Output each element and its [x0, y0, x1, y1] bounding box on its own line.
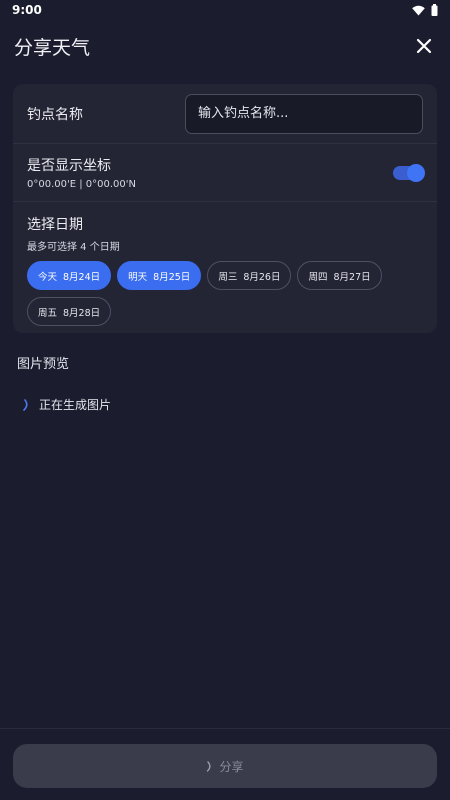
wifi-icon	[412, 5, 425, 15]
toggle-knob	[407, 163, 425, 182]
date-chip-day: 明天	[128, 271, 148, 283]
date-chip[interactable]: 今天 8月24日	[27, 261, 112, 290]
date-chip[interactable]: 周四 8月27日	[297, 261, 382, 290]
loading-spinner-icon	[207, 760, 212, 772]
date-chip[interactable]: 周三 8月26日	[207, 261, 292, 290]
share-button-label: 分享	[219, 759, 244, 774]
generating-text: 正在生成图片	[39, 398, 112, 412]
coordinates-row: 是否显示坐标 0°00.00'E | 0°00.00'N	[13, 144, 437, 202]
settings-card: 钓点名称 是否显示坐标 0°00.00'E | 0°00.00'N 选择日期 最…	[13, 84, 437, 333]
status-bar: 9:00	[0, 0, 450, 20]
date-chip-date: 8月26日	[243, 271, 281, 283]
dates-row: 选择日期 最多可选择 4 个日期 今天 8月24日 明天 8月25日 周三 8月…	[13, 202, 437, 333]
battery-icon	[431, 4, 438, 16]
generating-status: 正在生成图片	[22, 396, 450, 413]
date-chip-day: 周四	[308, 271, 328, 283]
loading-spinner-icon	[23, 398, 28, 411]
spot-name-label: 钓点名称	[27, 106, 83, 123]
bottom-bar: 分享	[0, 728, 450, 800]
date-chip[interactable]: 明天 8月25日	[117, 261, 202, 290]
date-chip-list: 今天 8月24日 明天 8月25日 周三 8月26日 周四 8月27日 周五 8…	[27, 261, 423, 327]
date-chip[interactable]: 周五 8月28日	[27, 297, 112, 326]
share-button[interactable]: 分享	[13, 744, 437, 788]
coordinates-label: 是否显示坐标	[27, 158, 111, 174]
show-coordinates-toggle[interactable]	[393, 163, 425, 182]
spot-name-input[interactable]	[185, 93, 423, 134]
spot-name-row: 钓点名称	[13, 84, 437, 144]
close-button[interactable]	[412, 34, 436, 58]
date-chip-day: 今天	[38, 271, 58, 283]
page-title: 分享天气	[14, 36, 91, 59]
status-time: 9:00	[12, 3, 42, 17]
date-chip-date: 8月27日	[333, 271, 371, 283]
coordinates-value: 0°00.00'E | 0°00.00'N	[27, 179, 137, 190]
preview-title: 图片预览	[17, 357, 70, 372]
dates-label: 选择日期	[27, 217, 83, 233]
app-header: 分享天气	[0, 20, 450, 72]
close-icon	[416, 38, 432, 54]
date-chip-date: 8月28日	[63, 307, 101, 319]
date-chip-date: 8月25日	[153, 271, 191, 283]
date-chip-day: 周三	[218, 271, 238, 283]
date-chip-day: 周五	[38, 307, 58, 319]
date-chip-date: 8月24日	[63, 271, 101, 283]
dates-hint: 最多可选择 4 个日期	[27, 242, 120, 253]
